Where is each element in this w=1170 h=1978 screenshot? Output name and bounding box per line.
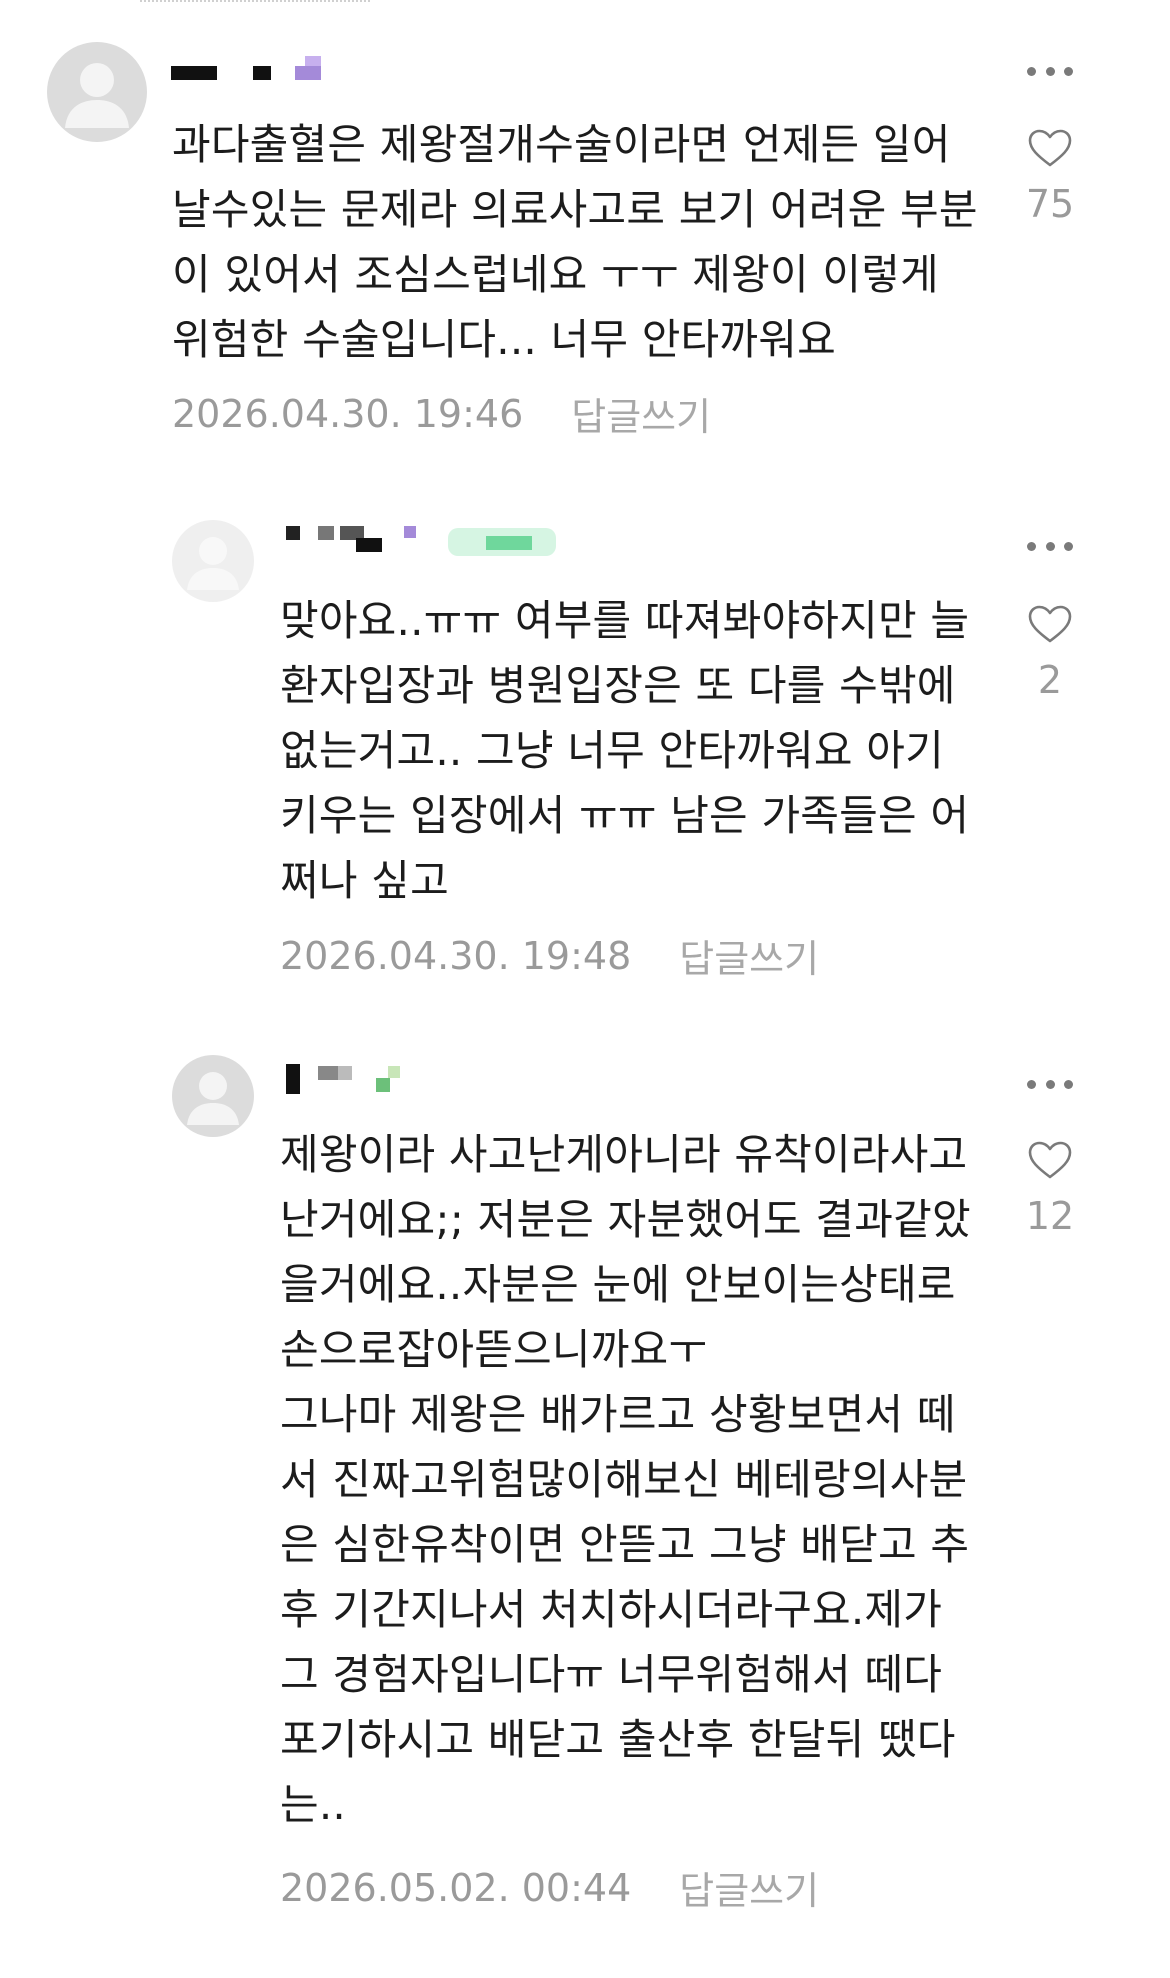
reply-button[interactable]: 답글쓰기 (571, 386, 711, 441)
more-dots-icon[interactable] (1027, 1078, 1073, 1090)
avatar[interactable] (172, 520, 254, 602)
comment-meta: 2026.04.30. 19:46 답글쓰기 (172, 386, 711, 441)
user-icon (187, 537, 239, 590)
like-count: 2 (1037, 658, 1063, 702)
heart-icon (1028, 605, 1072, 643)
heart-icon (1028, 1141, 1072, 1179)
comment-meta: 2026.05.02. 00:44 답글쓰기 (280, 1860, 819, 1915)
comment-meta: 2026.04.30. 19:48 답글쓰기 (280, 928, 819, 983)
like-button[interactable]: 2 (1004, 604, 1096, 702)
comment-text: 맞아요..ㅠㅠ 여부를 따져봐야하지만 늘 환자입장과 병원입장은 또 다를 수… (280, 596, 970, 905)
more-dots-icon[interactable] (1027, 540, 1073, 552)
reply-button[interactable]: 답글쓰기 (679, 1860, 819, 1915)
like-count: 12 (1025, 1194, 1075, 1238)
comment-text: 제왕이라 사고난게아니라 유착이라사고 난거에요;; 저분은 자분했어도 결과같… (280, 1130, 971, 1829)
heart-icon (1028, 129, 1072, 167)
top-divider (140, 0, 370, 2)
reply-button[interactable]: 답글쓰기 (679, 928, 819, 983)
author-name-redacted[interactable] (280, 1060, 440, 1094)
author-name-redacted[interactable] (165, 52, 345, 80)
like-button[interactable]: 75 (1004, 128, 1096, 226)
timestamp: 2026.04.30. 19:48 (280, 933, 632, 978)
more-dots-icon[interactable] (1027, 65, 1073, 77)
avatar[interactable] (47, 42, 147, 142)
avatar[interactable] (172, 1055, 254, 1137)
user-icon (65, 63, 129, 128)
like-count: 75 (1025, 182, 1075, 226)
comment-thread: 과다출혈은 제왕절개수술이라면 언제든 일어 날수있는 문제라 의료사고로 보기… (0, 0, 1170, 1978)
timestamp: 2026.04.30. 19:46 (172, 391, 524, 436)
user-icon (187, 1072, 239, 1125)
comment-text: 과다출혈은 제왕절개수술이라면 언제든 일어 날수있는 문제라 의료사고로 보기… (172, 120, 978, 364)
timestamp: 2026.05.02. 00:44 (280, 1865, 632, 1910)
like-button[interactable]: 12 (1004, 1140, 1096, 1238)
author-name-redacted[interactable] (270, 522, 570, 556)
